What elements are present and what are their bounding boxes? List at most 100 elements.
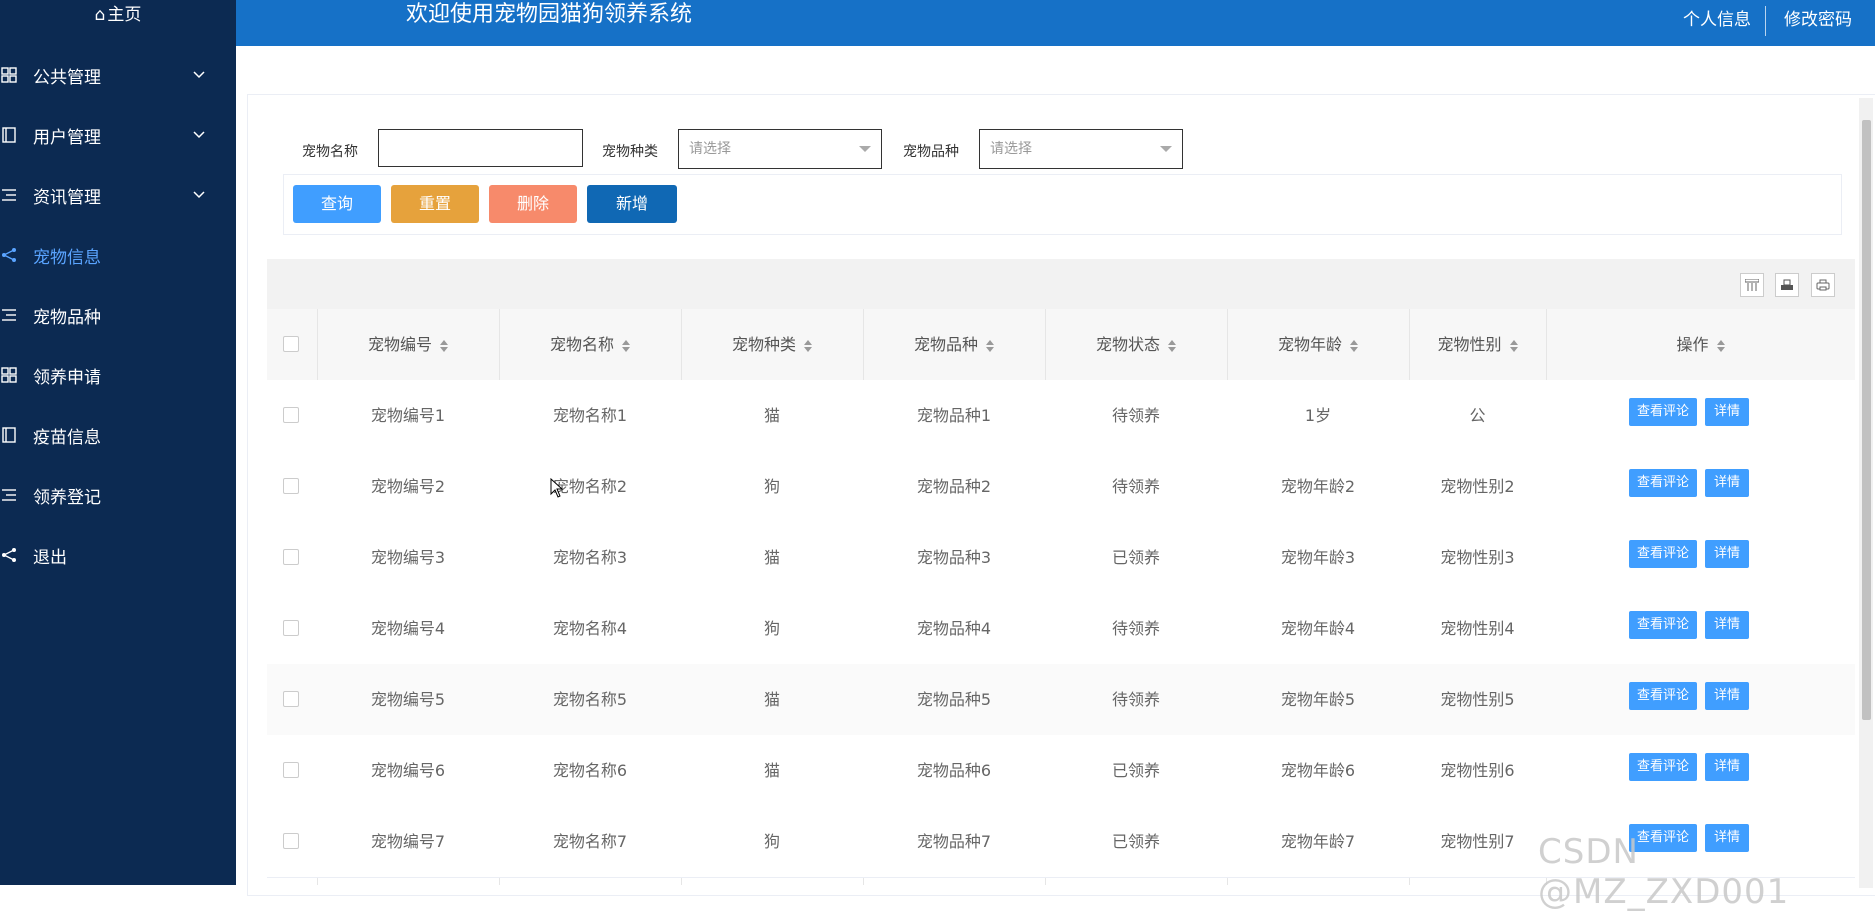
table-cell: 待领养 [1111, 477, 1160, 496]
sidebar-item[interactable]: 宠物品种 [0, 285, 236, 345]
sort-icon[interactable] [804, 339, 812, 352]
table-toolbar [267, 259, 1855, 309]
table-row[interactable]: 宠物编号6 宠物名称6 猫 宠物品种6 已领养 宠物年龄6 宠物性别6 查看评论 详情 [267, 735, 1855, 807]
table-cell: 猫 [763, 548, 780, 567]
row-checkbox[interactable] [283, 620, 299, 636]
profile-link[interactable]: 个人信息 [1683, 0, 1751, 40]
table-cell: 宠物年龄7 [1280, 832, 1356, 851]
table-row[interactable]: 宠物编号4 宠物名称4 狗 宠物品种4 待领养 宠物年龄4 宠物性别4 查看评论 详情 [267, 593, 1855, 665]
row-checkbox[interactable] [283, 478, 299, 494]
column-header[interactable]: 宠物品种 [863, 309, 1045, 380]
row-checkbox[interactable] [283, 762, 299, 778]
home-link[interactable]: ⌂ 主页 [0, 0, 236, 32]
sort-icon[interactable] [1509, 339, 1518, 352]
mouse-cursor [550, 477, 564, 502]
columns-filter-icon[interactable] [1740, 273, 1764, 297]
sidebar-item[interactable]: 公共管理 [0, 45, 236, 105]
table-row[interactable]: 宠物编号2 宠物名称2 狗 宠物品种2 待领养 宠物年龄2 宠物性别2 查看评论 详情 [267, 451, 1855, 523]
sort-icon[interactable] [1716, 339, 1725, 352]
column-header-label: 宠物性别 [1437, 335, 1502, 354]
detail-button[interactable]: 详情 [1705, 398, 1749, 426]
row-checkbox[interactable] [283, 833, 299, 849]
view-comments-button[interactable]: 查看评论 [1629, 540, 1697, 568]
sort-icon[interactable] [1168, 339, 1176, 352]
column-header[interactable]: 宠物状态 [1045, 309, 1227, 380]
select-all-checkbox[interactable] [283, 336, 299, 352]
sidebar-item[interactable]: 领养申请 [0, 345, 236, 405]
column-header[interactable]: 宠物年龄 [1227, 309, 1409, 380]
book-icon [0, 126, 18, 144]
table-cell: 宠物品种6 [916, 761, 992, 780]
grid-icon [0, 366, 18, 384]
query-button[interactable]: 查询 [293, 185, 381, 223]
pet-breed-select[interactable]: 请选择 [979, 129, 1183, 169]
table-row[interactable]: 宠物编号1 宠物名称1 猫 宠物品种1 待领养 1岁 公 查看评论 详情 [267, 380, 1855, 452]
sidebar-item[interactable]: 用户管理 [0, 105, 236, 165]
system-title: 欢迎使用宠物园猫狗领养系统 [406, 2, 693, 27]
detail-button[interactable]: 详情 [1705, 611, 1749, 639]
chevron-down-icon [192, 187, 206, 201]
view-comments-button[interactable]: 查看评论 [1629, 469, 1697, 497]
column-header[interactable]: 操作 [1546, 309, 1855, 380]
detail-button[interactable]: 详情 [1705, 540, 1749, 568]
detail-button[interactable]: 详情 [1705, 753, 1749, 781]
sidebar-item[interactable]: 领养登记 [0, 465, 236, 525]
watermark: CSDN @MZ_ZXD001 [1538, 832, 1790, 912]
table-cell: 宠物编号6 [370, 761, 446, 780]
change-password-link[interactable]: 修改密码 [1784, 0, 1852, 40]
column-header[interactable]: 宠物编号 [317, 309, 499, 380]
add-button[interactable]: 新增 [587, 185, 677, 223]
top-header: 欢迎使用宠物园猫狗领养系统 个人信息 修改密码 [236, 0, 1875, 46]
sidebar-item[interactable]: 资讯管理 [0, 165, 236, 225]
table-cell: 1岁 [1304, 406, 1332, 425]
row-checkbox[interactable] [283, 691, 299, 707]
table-cell: 狗 [763, 832, 780, 851]
pet-name-input[interactable] [378, 129, 583, 167]
pet-type-select[interactable]: 请选择 [678, 129, 882, 169]
column-header[interactable]: 宠物种类 [681, 309, 863, 380]
table-cell: 宠物品种2 [916, 477, 992, 496]
column-header[interactable]: 宠物名称 [499, 309, 681, 380]
sidebar-item[interactable]: 疫苗信息 [0, 405, 236, 465]
reset-button[interactable]: 重置 [391, 185, 479, 223]
table-cell: 宠物品种5 [916, 690, 992, 709]
table-header: 宠物编号 宠物名称 宠物种类 宠物品种 宠物状态 宠物年龄 宠物性别 操作 [267, 309, 1855, 381]
header-divider [1765, 6, 1766, 36]
view-comments-button[interactable]: 查看评论 [1629, 682, 1697, 710]
export-icon[interactable] [1775, 273, 1799, 297]
detail-button[interactable]: 详情 [1705, 682, 1749, 710]
print-icon[interactable] [1811, 273, 1835, 297]
sidebar-item-label: 用户管理 [33, 127, 101, 148]
table-row[interactable]: 宠物编号3 宠物名称3 猫 宠物品种3 已领养 宠物年龄3 宠物性别3 查看评论 详情 [267, 522, 1855, 594]
chevron-down-icon [192, 67, 206, 81]
table-cell: 宠物性别6 [1440, 761, 1515, 780]
table-cell: 待领养 [1111, 690, 1160, 709]
sidebar: ⌂ 主页 公共管理用户管理资讯管理 宠物信息宠物品种领养申请 疫苗信息 领养登记 退出 [0, 0, 236, 885]
detail-button[interactable]: 详情 [1705, 469, 1749, 497]
sidebar-item[interactable]: 宠物信息 [0, 225, 236, 285]
table-cell: 宠物名称3 [552, 548, 628, 567]
table-row[interactable]: 宠物编号5 宠物名称5 猫 宠物品种5 待领养 宠物年龄5 宠物性别5 查看评论 详情 [267, 664, 1855, 736]
delete-button[interactable]: 删除 [489, 185, 577, 223]
list-icon [0, 186, 18, 204]
table-cell: 宠物年龄4 [1280, 619, 1356, 638]
scrollbar-thumb[interactable] [1862, 120, 1871, 720]
home-label: 主页 [107, 5, 142, 25]
sort-icon[interactable] [440, 339, 448, 352]
pet-breed-label: 宠物品种 [903, 144, 959, 160]
chevron-down-icon [859, 146, 871, 152]
sort-icon[interactable] [986, 339, 994, 352]
view-comments-button[interactable]: 查看评论 [1629, 753, 1697, 781]
row-checkbox[interactable] [283, 549, 299, 565]
sort-icon[interactable] [622, 339, 630, 352]
sort-icon[interactable] [1350, 339, 1358, 352]
row-checkbox[interactable] [283, 407, 299, 423]
table-cell: 已领养 [1111, 548, 1160, 567]
view-comments-button[interactable]: 查看评论 [1629, 611, 1697, 639]
sidebar-item-label: 宠物品种 [33, 307, 101, 328]
pet-type-placeholder: 请选择 [689, 141, 731, 157]
view-comments-button[interactable]: 查看评论 [1629, 398, 1697, 426]
column-header[interactable]: 宠物性别 [1409, 309, 1546, 380]
sidebar-item[interactable]: 退出 [0, 525, 236, 585]
table-cell: 宠物年龄6 [1280, 761, 1356, 780]
